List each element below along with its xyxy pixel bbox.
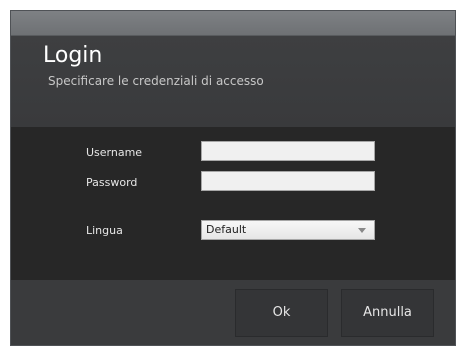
username-label: Username <box>86 146 143 159</box>
dialog-subtitle: Specificare le credenziali di accesso <box>48 74 264 88</box>
ok-button[interactable]: Ok <box>235 289 328 337</box>
password-label: Password <box>86 176 138 189</box>
language-select[interactable]: Default <box>201 220 375 240</box>
cancel-button[interactable]: Annulla <box>341 289 434 337</box>
window-titlebar[interactable] <box>11 11 455 36</box>
username-field[interactable] <box>201 141 375 161</box>
dialog-title: Login <box>43 43 103 68</box>
language-label: Lingua <box>86 224 123 237</box>
password-field[interactable] <box>201 171 375 191</box>
chevron-down-icon <box>358 228 366 233</box>
language-select-value: Default <box>206 223 247 236</box>
login-dialog: Login Specificare le credenziali di acce… <box>10 10 456 346</box>
